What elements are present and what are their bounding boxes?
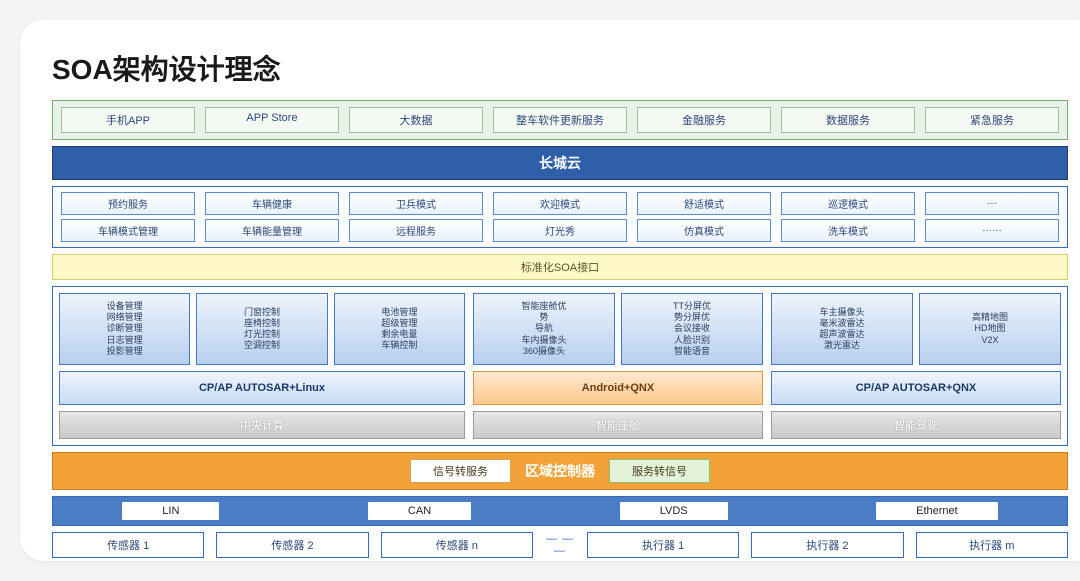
zone-controller-bar: 信号转服务 区域控制器 服务转信号 [52, 452, 1068, 490]
os-block: CP/AP AUTOSAR+QNX [771, 371, 1061, 405]
module-block: 车主摄像头 毫米波雷达 超声波雷达 激光雷达 [771, 293, 913, 365]
ext-svc: 数据服务 [781, 107, 915, 133]
svc-cell: 车辆模式管理 [61, 219, 195, 242]
page-title: SOA架构设计理念 [52, 48, 1068, 88]
bus-chip: Ethernet [876, 502, 998, 520]
ext-svc: 紧急服务 [925, 107, 1059, 133]
svc-cell: 舒适模式 [637, 192, 771, 215]
diagram-canvas: SOA架构设计理念 手机APP APP Store 大数据 整车软件更新服务 金… [20, 20, 1080, 561]
actuator-cell: 执行器 m [916, 532, 1068, 558]
ext-svc: 整车软件更新服务 [493, 107, 627, 133]
sensor-cell: 传感器 2 [216, 532, 368, 558]
ext-svc: 金融服务 [637, 107, 771, 133]
ext-svc: 手机APP [61, 107, 195, 133]
svc-cell: …… [925, 219, 1059, 242]
svc-cell: 车辆能量管理 [205, 219, 339, 242]
sensor-cell: 传感器 1 [52, 532, 204, 558]
svc-cell: 远程服务 [349, 219, 483, 242]
hw-block: 中央计算 [59, 411, 465, 439]
ext-svc: APP Store [205, 107, 339, 133]
module-block: 设备管理 网络管理 诊断管理 日志管理 投影管理 [59, 293, 190, 365]
soa-interface-bar: 标准化SOA接口 [52, 254, 1068, 280]
module-block: 智能座舱优 势 导航 车内摄像头 360摄像头 [473, 293, 615, 365]
actuator-cell: 执行器 2 [751, 532, 903, 558]
device-row: 传感器 1 传感器 2 传感器 n — — — 执行器 1 执行器 2 执行器 … [52, 532, 1068, 558]
bus-chip: LIN [122, 502, 219, 520]
hw-block: 智能座舱 [473, 411, 763, 439]
bus-row: LIN CAN LVDS Ethernet [52, 496, 1068, 526]
zone-center: 区域控制器 [525, 461, 595, 481]
svc-cell: 洗车模式 [781, 219, 915, 242]
os-block: CP/AP AUTOSAR+Linux [59, 371, 465, 405]
ellipsis-icon: — — — [545, 533, 575, 557]
svc-cell: 灯光秀 [493, 219, 627, 242]
hw-block: 智能驾驶 [771, 411, 1061, 439]
module-block: TT分屏优 势分屏优 会议接收 人脸识别 智能语音 [621, 293, 763, 365]
cloud-bar: 长城云 [52, 146, 1068, 180]
ext-svc: 大数据 [349, 107, 483, 133]
svc-cell: 车辆健康 [205, 192, 339, 215]
zone-chip-right: 服务转信号 [609, 459, 710, 483]
svc-cell: 预约服务 [61, 192, 195, 215]
svc-cell: 卫兵模式 [349, 192, 483, 215]
sensor-cell: 传感器 n [381, 532, 533, 558]
svc-cell: 欢迎模式 [493, 192, 627, 215]
module-block: 门窗控制 座椅控制 灯光控制 空调控制 [196, 293, 327, 365]
zone-chip-left: 信号转服务 [410, 459, 511, 483]
service-grid: 预约服务 车辆健康 卫兵模式 欢迎模式 舒适模式 巡逻模式 … 车辆模式管理 车… [52, 186, 1068, 248]
bus-chip: CAN [368, 502, 471, 520]
compute-modules: 设备管理 网络管理 诊断管理 日志管理 投影管理 门窗控制 座椅控制 灯光控制 … [52, 286, 1068, 446]
svc-cell: 仿真模式 [637, 219, 771, 242]
module-block: 电池管理 超级管理 剩余电量 车辆控制 [334, 293, 465, 365]
external-services-row: 手机APP APP Store 大数据 整车软件更新服务 金融服务 数据服务 紧… [52, 100, 1068, 140]
bus-chip: LVDS [620, 502, 728, 520]
module-block: 高精地图 HD地图 V2X [919, 293, 1061, 365]
actuator-cell: 执行器 1 [587, 532, 739, 558]
svc-cell: … [925, 192, 1059, 215]
svc-cell: 巡逻模式 [781, 192, 915, 215]
os-block: Android+QNX [473, 371, 763, 405]
